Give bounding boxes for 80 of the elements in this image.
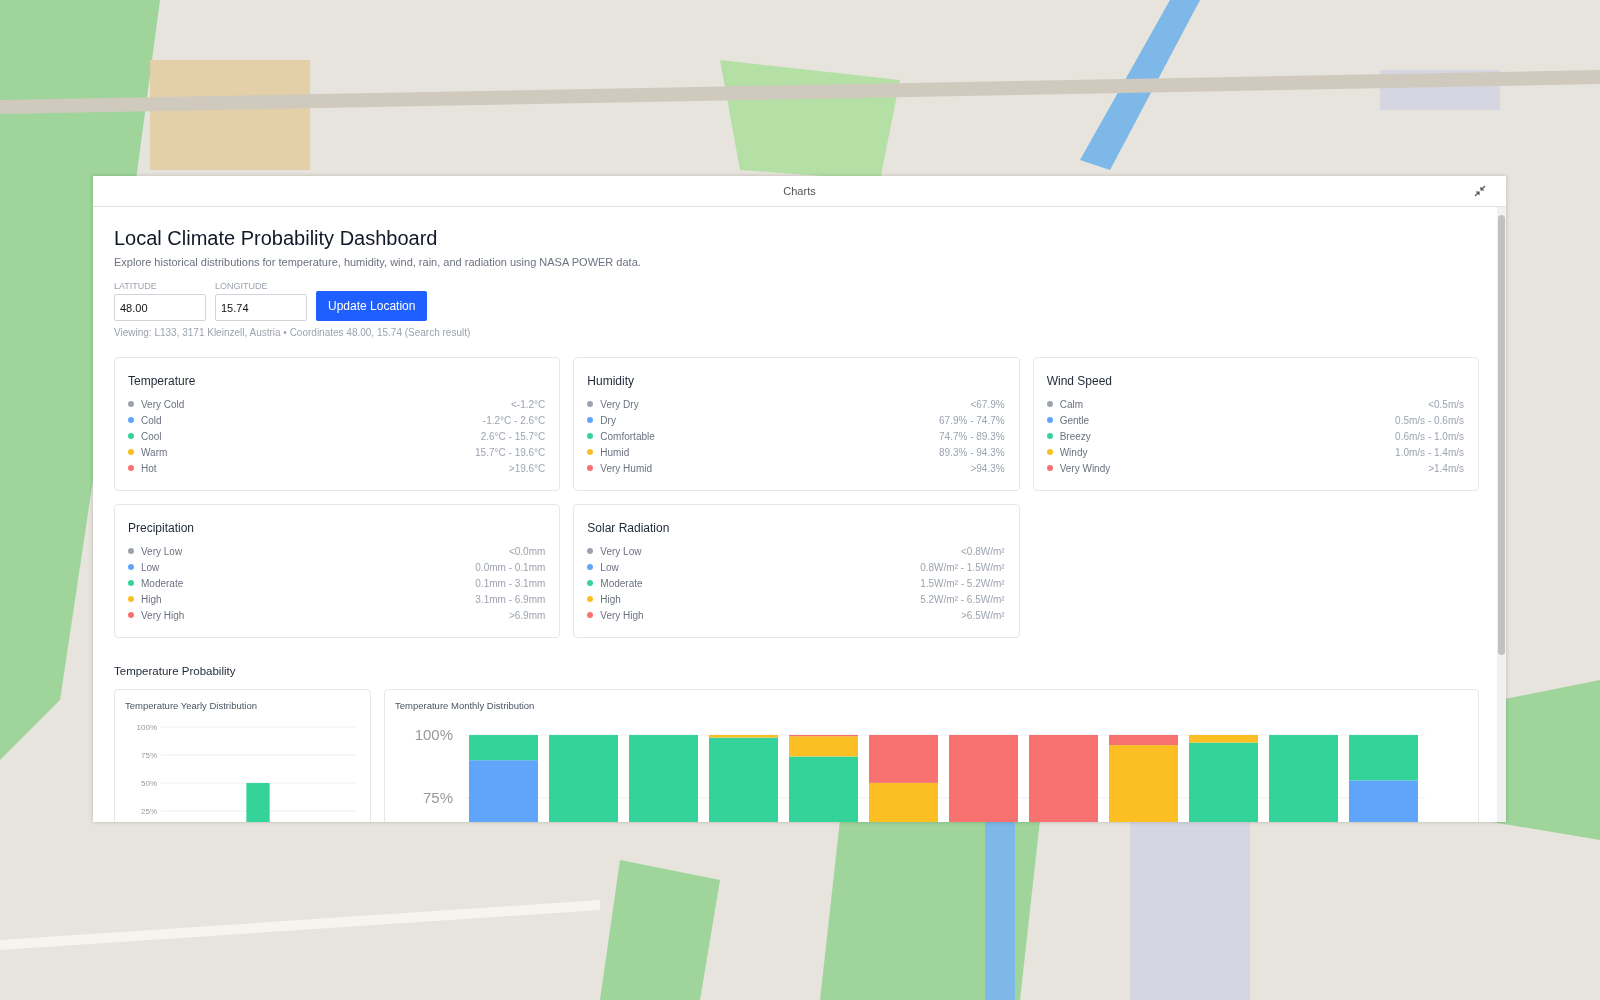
category-range: 89.3% - 94.3% — [939, 446, 1005, 458]
card-title: Wind Speed — [1046, 374, 1114, 388]
category-range: -1.2°C - 2.6°C — [482, 414, 546, 426]
dashboard-subtitle: Explore historical distributions for temperature, humidity, wind, rain, and radiation using NASA POWER data. — [114, 256, 642, 268]
category-range: >1.4m/s — [1428, 462, 1464, 474]
chart-bar — [869, 782, 938, 822]
category-label: Very Low — [141, 545, 183, 557]
category-label: Moderate — [600, 577, 643, 589]
category-range: 0.0mm - 0.1mm — [475, 561, 546, 573]
card-title: Temperature — [128, 374, 197, 388]
chart-bar — [1349, 780, 1418, 822]
chart-bar — [1349, 735, 1418, 781]
dashboard-title: Local Climate Probability Dashboard — [114, 227, 439, 250]
collapse-icon[interactable] — [1474, 185, 1486, 197]
category-range: 74.7% - 89.3% — [939, 430, 1005, 442]
category-range: >6.9mm — [508, 609, 546, 621]
category-range: >94.3% — [970, 462, 1005, 474]
category-label: Cool — [141, 430, 162, 442]
scrollbar[interactable] — [1497, 207, 1506, 822]
category-label: Windy — [1059, 446, 1088, 458]
category-label: Cold — [141, 414, 162, 426]
category-label: Breezy — [1059, 430, 1091, 442]
axis-tick-label: 100% — [136, 723, 157, 732]
category-label: Moderate — [141, 577, 184, 589]
update-location-button[interactable]: Update Location — [316, 291, 428, 321]
category-range: 0.5m/s - 0.6m/s — [1395, 414, 1464, 426]
card-title: Humidity — [587, 374, 635, 388]
category-range: <0.8W/m² — [961, 545, 1005, 557]
category-label: High — [600, 593, 621, 605]
axis-tick-label: 75% — [422, 789, 453, 806]
latitude-label: LATITUDE — [114, 281, 158, 291]
latitude-field[interactable]: 48.00 — [114, 294, 206, 321]
category-label: Calm — [1059, 398, 1083, 410]
category-range: 15.7°C - 19.6°C — [475, 446, 546, 458]
chart-title: Temperature Monthly Distribution — [395, 700, 536, 711]
axis-tick-label: 50% — [141, 779, 157, 788]
category-label: High — [141, 593, 162, 605]
category-range: 67.9% - 74.7% — [939, 414, 1005, 426]
category-range: <67.9% — [970, 398, 1005, 410]
category-range: 5.2W/m² - 6.5W/m² — [920, 593, 1005, 605]
longitude-label: LONGITUDE — [215, 281, 269, 291]
category-range: 0.8W/m² - 1.5W/m² — [920, 561, 1005, 573]
category-label: Very Windy — [1059, 462, 1111, 474]
card-title: Solar Radiation — [587, 521, 671, 535]
category-range: 3.1mm - 6.9mm — [475, 593, 546, 605]
category-label: Very High — [141, 609, 185, 621]
category-label: Humid — [600, 446, 630, 458]
category-range: <0.0mm — [508, 545, 546, 557]
card-title: Precipitation — [128, 521, 196, 535]
category-label: Dry — [600, 414, 616, 426]
category-range: 0.6m/s - 1.0m/s — [1395, 430, 1464, 442]
category-label: Comfortable — [600, 430, 655, 442]
chart-title: Temperature Yearly Distribution — [125, 700, 258, 711]
category-range: >19.6°C — [508, 462, 546, 474]
category-label: Warm — [141, 446, 168, 458]
category-label: Low — [600, 561, 619, 573]
category-range: <0.5m/s — [1428, 398, 1464, 410]
category-range: 2.6°C - 15.7°C — [480, 430, 546, 442]
category-label: Very Humid — [600, 462, 652, 474]
axis-tick-label: 75% — [141, 751, 157, 760]
longitude-field[interactable]: 15.74 — [215, 294, 307, 321]
dialog-title: Charts — [783, 185, 816, 197]
category-label: Hot — [141, 462, 157, 474]
viewing-info: Viewing: L133, 3171 Kleinzell, Austria • Coordinates 48.00, 15.74 (Search result) — [114, 327, 472, 338]
chart-bar — [869, 735, 938, 783]
category-label: Very Cold — [141, 398, 185, 410]
section-title: Temperature Probability — [114, 665, 237, 677]
category-range: <-1.2°C — [511, 398, 546, 410]
category-range: 1.5W/m² - 5.2W/m² — [920, 577, 1005, 589]
category-label: Low — [141, 561, 160, 573]
category-range: 1.0m/s - 1.4m/s — [1395, 446, 1464, 458]
category-range: >6.5W/m² — [961, 609, 1005, 621]
category-label: Gentle — [1059, 414, 1090, 426]
category-range: 0.1mm - 3.1mm — [475, 577, 546, 589]
category-label: Very Low — [600, 545, 642, 557]
axis-tick-label: 25% — [141, 807, 157, 816]
chart-bar — [246, 783, 270, 822]
category-label: Very High — [600, 609, 644, 621]
axis-tick-label: 100% — [414, 726, 453, 743]
category-label: Very Dry — [600, 398, 639, 410]
